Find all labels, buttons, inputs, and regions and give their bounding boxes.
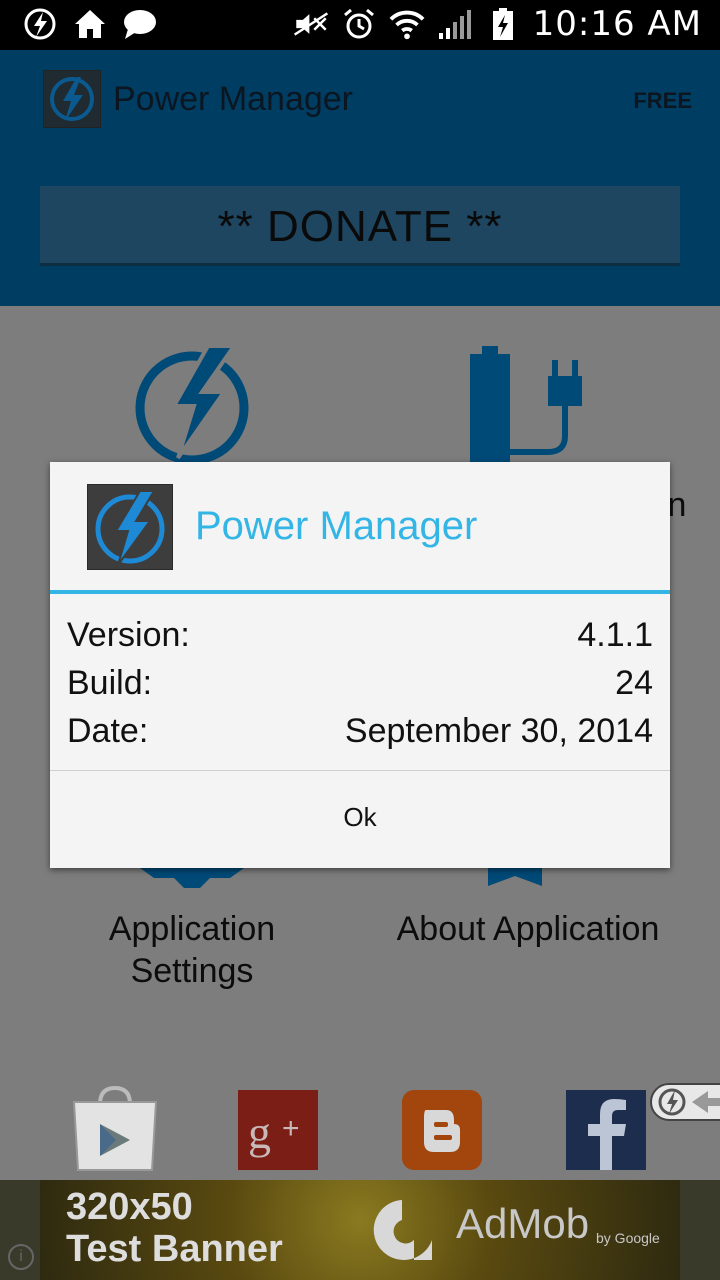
date-label: Date:: [67, 712, 149, 750]
google-plus-icon[interactable]: g +: [238, 1090, 318, 1170]
ad-info-icon[interactable]: i: [8, 1244, 34, 1270]
app-settings-label[interactable]: Application Settings: [70, 908, 314, 992]
power-manager-app-icon: [87, 484, 173, 570]
battery-plug-icon[interactable]: [460, 346, 590, 464]
signal-icon: [437, 6, 473, 42]
battery-charging-icon: [485, 6, 521, 42]
svg-text:+: +: [282, 1112, 300, 1145]
ribbon-icon[interactable]: [488, 868, 542, 886]
wifi-icon: [389, 6, 425, 42]
mute-icon: [293, 6, 329, 42]
facebook-icon[interactable]: [566, 1090, 646, 1170]
build-label: Build:: [67, 664, 153, 702]
ad-creative[interactable]: 320x50 Test Banner AdMob by Google: [40, 1180, 680, 1280]
admob-by-google: by Google: [596, 1230, 660, 1246]
dialog-title-divider: [50, 590, 670, 594]
about-dialog: Power Manager Version: 4.1.1 Build: 24 D…: [50, 462, 670, 868]
status-bar: 10:16 AM: [0, 0, 720, 50]
build-row: Build: 24: [67, 664, 653, 712]
dialog-title: Power Manager: [195, 504, 478, 548]
version-value: 4.1.1: [577, 616, 653, 654]
clock: 10:16 AM: [532, 4, 702, 44]
free-badge: FREE: [633, 88, 692, 113]
version-row: Version: 4.1.1: [67, 616, 653, 664]
date-value: September 30, 2014: [344, 712, 653, 750]
app-logo-icon: [43, 70, 101, 128]
blogger-icon[interactable]: [402, 1090, 482, 1170]
ok-button[interactable]: Ok: [50, 771, 670, 868]
chat-icon: [122, 6, 158, 42]
ad-text: 320x50 Test Banner: [66, 1186, 283, 1270]
date-row: Date: September 30, 2014: [67, 712, 653, 760]
alarm-icon: [341, 6, 377, 42]
lightning-icon[interactable]: [130, 340, 254, 465]
home-icon: [72, 6, 108, 42]
app-header: Power Manager FREE ** DONATE **: [0, 50, 720, 306]
app-title: Power Manager: [113, 80, 354, 118]
svg-text:g: g: [248, 1107, 271, 1158]
ad-banner[interactable]: 320x50 Test Banner AdMob by Google: [0, 1180, 720, 1280]
donate-button[interactable]: ** DONATE **: [40, 186, 680, 266]
admob-brand: AdMob: [456, 1200, 590, 1247]
about-app-label[interactable]: About Application: [370, 908, 686, 950]
admob-logo-icon: [362, 1190, 442, 1270]
gear-icon[interactable]: [140, 868, 244, 888]
version-label: Version:: [67, 616, 190, 654]
floating-power-widget[interactable]: [650, 1083, 720, 1121]
build-value: 24: [615, 664, 653, 702]
power-manager-icon: [22, 6, 58, 42]
play-store-icon[interactable]: [72, 1085, 158, 1172]
